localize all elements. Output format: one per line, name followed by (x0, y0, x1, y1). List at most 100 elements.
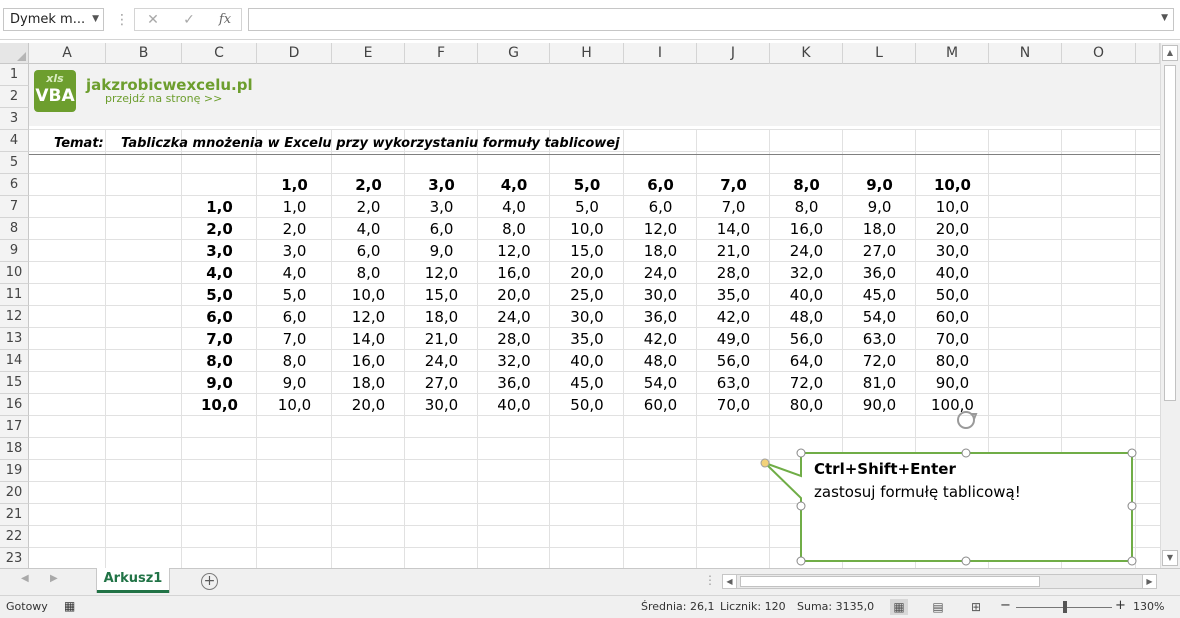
table-col-header[interactable]: 5,0 (550, 174, 624, 196)
table-cell[interactable]: 21,0 (405, 328, 478, 350)
row-header[interactable]: 15 (0, 372, 29, 394)
callout-pointer-handle[interactable] (760, 458, 770, 468)
row-header[interactable]: 16 (0, 394, 29, 416)
tab-splitter-icon[interactable]: ⋮ (704, 573, 716, 587)
table-row-header[interactable]: 4,0 (182, 262, 257, 284)
table-cell[interactable]: 50,0 (916, 284, 989, 306)
cancel-icon[interactable]: ✕ (141, 11, 165, 29)
table-cell[interactable]: 10,0 (332, 284, 405, 306)
column-header[interactable]: L (843, 43, 916, 64)
table-cell[interactable]: 7,0 (257, 328, 332, 350)
row-header[interactable]: 23 (0, 548, 29, 568)
table-cell[interactable]: 27,0 (843, 240, 916, 262)
table-cell[interactable]: 24,0 (624, 262, 697, 284)
table-cell[interactable]: 60,0 (624, 394, 697, 416)
more-options-icon[interactable]: ⋮ (115, 9, 129, 31)
table-row-header[interactable]: 10,0 (182, 394, 257, 416)
table-cell[interactable]: 2,0 (257, 218, 332, 240)
table-cell[interactable]: 5,0 (257, 284, 332, 306)
zoom-level[interactable]: 130% (1133, 600, 1164, 613)
table-cell[interactable]: 28,0 (697, 262, 770, 284)
zoom-in-button[interactable]: + (1115, 598, 1126, 613)
row-header[interactable]: 18 (0, 438, 29, 460)
table-row-header[interactable]: 7,0 (182, 328, 257, 350)
table-cell[interactable]: 20,0 (478, 284, 550, 306)
row-header[interactable]: 5 (0, 152, 29, 174)
table-cell[interactable]: 42,0 (697, 306, 770, 328)
table-row-header[interactable]: 5,0 (182, 284, 257, 306)
table-cell[interactable]: 5,0 (550, 196, 624, 218)
column-header[interactable]: G (478, 43, 550, 64)
normal-view-icon[interactable]: ▦ (890, 599, 908, 615)
table-cell[interactable]: 40,0 (770, 284, 843, 306)
table-col-header[interactable]: 10,0 (916, 174, 989, 196)
table-cell[interactable]: 16,0 (770, 218, 843, 240)
table-cell[interactable]: 24,0 (478, 306, 550, 328)
expand-formula-bar-icon[interactable]: ▼ (1161, 13, 1168, 23)
table-col-header[interactable]: 8,0 (770, 174, 843, 196)
table-cell[interactable]: 54,0 (624, 372, 697, 394)
table-cell[interactable]: 6,0 (405, 218, 478, 240)
table-cell[interactable]: 30,0 (405, 394, 478, 416)
table-cell[interactable]: 28,0 (478, 328, 550, 350)
table-cell[interactable]: 3,0 (405, 196, 478, 218)
formula-input[interactable]: ▼ (248, 8, 1174, 31)
column-header[interactable]: E (332, 43, 405, 64)
table-cell[interactable]: 24,0 (770, 240, 843, 262)
table-cell[interactable]: 72,0 (843, 350, 916, 372)
table-cell[interactable]: 9,0 (843, 196, 916, 218)
table-cell[interactable]: 4,0 (332, 218, 405, 240)
row-header[interactable]: 4 (0, 130, 29, 152)
table-cell[interactable]: 40,0 (550, 350, 624, 372)
scroll-up-icon[interactable]: ▲ (1162, 45, 1178, 61)
table-cell[interactable]: 90,0 (916, 372, 989, 394)
table-cell[interactable]: 6,0 (624, 196, 697, 218)
table-cell[interactable]: 45,0 (550, 372, 624, 394)
table-row-header[interactable]: 9,0 (182, 372, 257, 394)
table-cell[interactable]: 63,0 (843, 328, 916, 350)
table-cell[interactable]: 36,0 (478, 372, 550, 394)
name-box[interactable]: Dymek m... ▼ (3, 8, 104, 31)
table-col-header[interactable]: 9,0 (843, 174, 916, 196)
table-cell[interactable]: 70,0 (916, 328, 989, 350)
row-header[interactable]: 19 (0, 460, 29, 482)
table-cell[interactable]: 15,0 (550, 240, 624, 262)
table-cell[interactable]: 10,0 (550, 218, 624, 240)
table-cell[interactable]: 18,0 (624, 240, 697, 262)
column-header[interactable]: K (770, 43, 843, 64)
table-cell[interactable]: 9,0 (257, 372, 332, 394)
table-cell[interactable]: 49,0 (697, 328, 770, 350)
column-header[interactable]: F (405, 43, 478, 64)
table-cell[interactable]: 72,0 (770, 372, 843, 394)
table-cell[interactable]: 40,0 (916, 262, 989, 284)
table-cell[interactable]: 7,0 (697, 196, 770, 218)
row-header[interactable]: 12 (0, 306, 29, 328)
scroll-left-icon[interactable]: ◀ (723, 575, 737, 588)
table-cell[interactable]: 30,0 (550, 306, 624, 328)
table-cell[interactable]: 8,0 (770, 196, 843, 218)
table-cell[interactable]: 6,0 (257, 306, 332, 328)
logo-link[interactable]: przejdź na stronę >> (105, 92, 222, 105)
row-header[interactable]: 14 (0, 350, 29, 372)
table-cell[interactable]: 20,0 (550, 262, 624, 284)
page-break-view-icon[interactable]: ⊞ (967, 599, 985, 615)
table-row-header[interactable]: 8,0 (182, 350, 257, 372)
insert-function-button[interactable]: fx (213, 11, 237, 29)
table-cell[interactable]: 8,0 (478, 218, 550, 240)
table-cell[interactable]: 25,0 (550, 284, 624, 306)
vertical-scroll-thumb[interactable] (1164, 65, 1176, 401)
table-cell[interactable]: 54,0 (843, 306, 916, 328)
vertical-scrollbar[interactable]: ▲ ▼ (1160, 43, 1180, 568)
logo[interactable]: xls VBA (34, 70, 76, 112)
table-cell[interactable]: 9,0 (405, 240, 478, 262)
table-cell[interactable]: 12,0 (332, 306, 405, 328)
table-col-header[interactable]: 3,0 (405, 174, 478, 196)
table-cell[interactable]: 8,0 (257, 350, 332, 372)
table-cell[interactable]: 4,0 (257, 262, 332, 284)
row-header[interactable]: 6 (0, 174, 29, 196)
table-cell[interactable]: 63,0 (697, 372, 770, 394)
table-cell[interactable]: 21,0 (697, 240, 770, 262)
table-cell[interactable]: 18,0 (405, 306, 478, 328)
row-header[interactable]: 22 (0, 526, 29, 548)
table-cell[interactable]: 10,0 (257, 394, 332, 416)
